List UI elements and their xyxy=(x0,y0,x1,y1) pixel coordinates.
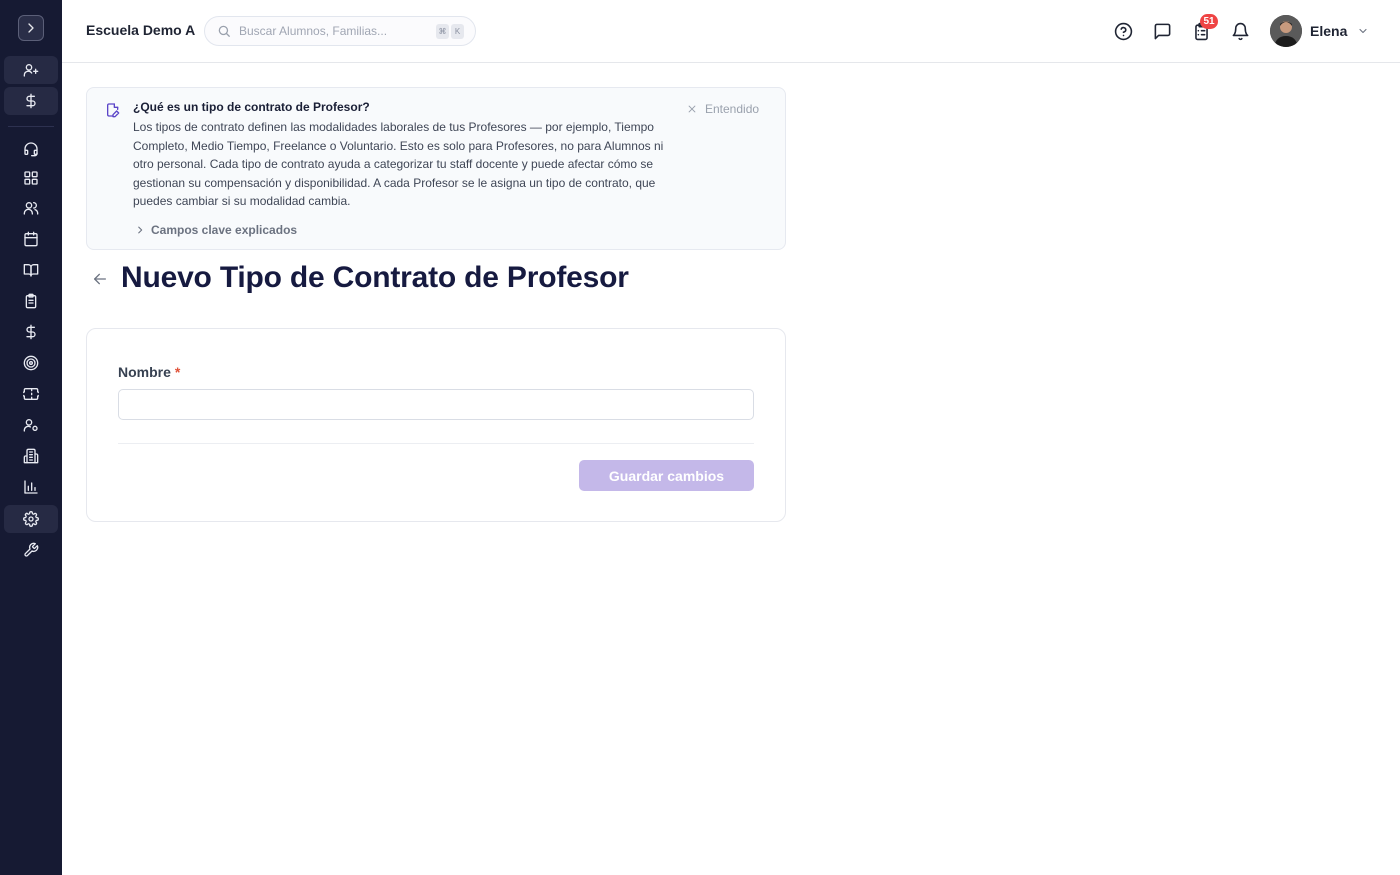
building-icon xyxy=(23,448,39,464)
sidebar-item-tools[interactable] xyxy=(4,536,58,564)
bell-icon xyxy=(1232,22,1248,40)
dollar-icon xyxy=(26,93,36,109)
user-name: Elena xyxy=(1310,23,1348,39)
headset-icon xyxy=(24,142,38,157)
ticket-icon xyxy=(23,388,39,400)
save-button[interactable]: Guardar cambios xyxy=(579,460,754,491)
top-bar: Escuela Demo A ⌘ K 51 Elena xyxy=(62,0,1400,63)
close-icon xyxy=(688,105,696,113)
shortcut-key-cmd: ⌘ xyxy=(436,24,449,39)
sidebar-item-settings[interactable] xyxy=(4,505,58,533)
avatar-image xyxy=(1270,15,1302,47)
required-mark: * xyxy=(174,364,181,380)
sidebar-item-staff[interactable] xyxy=(4,411,58,439)
dashboard-icon xyxy=(24,171,38,185)
dismiss-label: Entendido xyxy=(705,102,760,116)
sidebar-item-attendance[interactable] xyxy=(4,287,58,315)
chevron-right-icon xyxy=(28,23,34,33)
sidebar xyxy=(0,0,62,875)
school-name[interactable]: Escuela Demo A xyxy=(86,22,195,38)
info-title: ¿Qué es un tipo de contrato de Profesor? xyxy=(133,100,370,114)
help-button[interactable] xyxy=(1112,20,1134,42)
name-input[interactable] xyxy=(118,389,754,420)
sidebar-item-events[interactable] xyxy=(4,380,58,408)
info-body: Los tipos de contrato definen las modali… xyxy=(133,120,664,209)
form-divider xyxy=(118,443,754,444)
shortcut-key-k: K xyxy=(451,24,464,39)
notifications-button[interactable] xyxy=(1229,20,1251,42)
name-field-label: Nombre * xyxy=(118,364,180,380)
sidebar-item-people[interactable] xyxy=(4,194,58,222)
sidebar-item-billing[interactable] xyxy=(4,318,58,346)
search-icon xyxy=(218,25,230,37)
sidebar-item-support[interactable] xyxy=(4,135,58,163)
sidebar-item-reports[interactable] xyxy=(4,473,58,501)
chevron-right-icon xyxy=(138,226,143,234)
bar-chart-icon xyxy=(24,480,38,494)
message-square-icon xyxy=(1154,23,1170,39)
avatar xyxy=(1270,15,1302,47)
info-card: ¿Qué es un tipo de contrato de Profesor?… xyxy=(86,87,786,250)
sidebar-toggle-button[interactable] xyxy=(18,15,44,41)
chevron-down-icon xyxy=(1359,28,1367,34)
user-settings-icon xyxy=(23,419,38,432)
form-card: Nombre * Guardar cambios xyxy=(86,328,786,522)
sidebar-divider xyxy=(8,126,54,127)
key-fields-expander[interactable]: Campos clave explicados xyxy=(135,223,297,237)
user-menu[interactable]: Elena xyxy=(1270,15,1369,47)
search-input[interactable] xyxy=(239,24,429,38)
clipboard-icon xyxy=(25,293,37,309)
name-label-text: Nombre xyxy=(118,364,171,380)
back-arrow-icon[interactable] xyxy=(92,271,108,287)
dismiss-button[interactable]: Entendido xyxy=(687,102,759,116)
sidebar-item-payment[interactable] xyxy=(4,87,58,115)
tasks-badge: 51 xyxy=(1200,14,1218,29)
help-circle-icon xyxy=(1114,22,1132,40)
sidebar-item-dashboard[interactable] xyxy=(4,164,58,192)
calendar-icon xyxy=(24,231,38,247)
messages-button[interactable] xyxy=(1151,20,1173,42)
sidebar-item-add-student[interactable] xyxy=(4,56,58,84)
sidebar-item-calendar[interactable] xyxy=(4,225,58,253)
target-icon xyxy=(23,355,39,371)
dollar-icon xyxy=(26,324,36,340)
document-edit-icon xyxy=(107,103,120,118)
search-bar[interactable]: ⌘ K xyxy=(204,16,476,46)
page-title: Nuevo Tipo de Contrato de Profesor xyxy=(121,261,629,294)
book-open-icon xyxy=(23,264,39,277)
sidebar-item-goals[interactable] xyxy=(4,349,58,377)
sidebar-item-facilities[interactable] xyxy=(4,442,58,470)
expander-label: Campos clave explicados xyxy=(151,223,298,237)
wrench-icon xyxy=(24,542,39,557)
sidebar-item-courses[interactable] xyxy=(4,256,58,284)
gear-icon xyxy=(23,511,39,527)
users-icon xyxy=(23,202,39,215)
user-plus-icon xyxy=(23,63,39,77)
